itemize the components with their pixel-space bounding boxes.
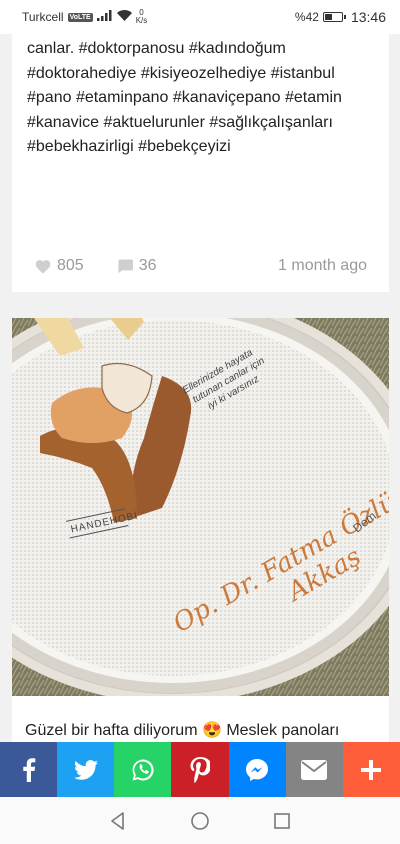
plus-icon <box>361 759 382 780</box>
post-image[interactable]: Ellerinizde hayata tutunan canlar için i… <box>12 318 389 696</box>
email-icon <box>301 759 328 780</box>
data-rate: 0 K/s <box>136 9 148 25</box>
post-time: 1 month ago <box>278 257 367 274</box>
pinterest-icon <box>190 756 210 783</box>
whatsapp-icon <box>132 758 154 780</box>
home-icon[interactable] <box>189 810 211 832</box>
recents-icon[interactable] <box>271 810 293 832</box>
post-meta: 805 36 1 month ago <box>34 255 367 277</box>
share-twitter-button[interactable] <box>57 742 115 797</box>
system-nav-bar <box>0 797 400 844</box>
carrier-name: Turkcell <box>22 10 64 24</box>
status-bar: Turkcell VoLTE 0 K/s %42 13:46 <box>0 0 400 34</box>
messenger-icon <box>246 758 269 781</box>
post-text: canlar. #doktorpanosu #kadındoğum #dokto… <box>27 40 342 156</box>
battery-level <box>324 14 332 20</box>
post-caption: Güzel bir hafta diliyorum 😍 Meslek panol… <box>25 722 340 739</box>
data-rate-unit: K/s <box>135 16 148 25</box>
share-pinterest-button[interactable] <box>171 742 229 797</box>
facebook-icon <box>22 757 35 782</box>
wifi-icon <box>116 10 132 24</box>
text-fade <box>12 192 389 252</box>
likes-count: 805 <box>57 257 84 274</box>
comments[interactable]: 36 <box>116 257 157 275</box>
share-email-button[interactable] <box>285 742 343 797</box>
signal-icon <box>96 10 113 24</box>
twitter-icon <box>73 759 98 780</box>
post-card[interactable]: canlar. #doktorpanosu #kadındoğum #dokto… <box>12 34 389 292</box>
heart-icon <box>35 260 51 274</box>
share-messenger-button[interactable] <box>228 742 286 797</box>
clock: 13:46 <box>350 9 386 25</box>
battery-percent: %42 <box>294 10 319 24</box>
comment-icon <box>118 259 133 274</box>
share-bar <box>0 742 400 797</box>
likes[interactable]: 805 <box>34 257 84 275</box>
share-more-button[interactable] <box>342 742 400 797</box>
back-icon[interactable] <box>107 810 129 832</box>
battery-icon <box>322 12 346 22</box>
share-facebook-button[interactable] <box>0 742 58 797</box>
share-whatsapp-button[interactable] <box>114 742 172 797</box>
comments-count: 36 <box>138 257 157 274</box>
volte-badge: VoLTE <box>67 12 93 22</box>
post-card[interactable]: Ellerinizde hayata tutunan canlar için i… <box>12 318 389 758</box>
